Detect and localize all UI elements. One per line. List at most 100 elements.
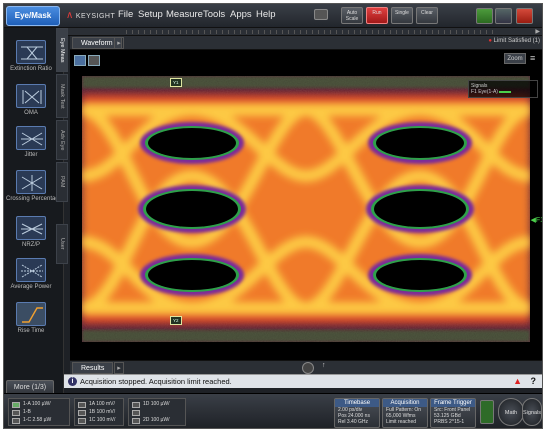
chevron-right-icon[interactable]: ▸ (114, 37, 124, 49)
channel-row: 1A 100 mV/ (89, 401, 115, 407)
menu-tools[interactable]: Tools (203, 9, 225, 20)
status-message: Acquisition stopped. Acquisition limit r… (80, 377, 232, 386)
plot-tools (74, 53, 104, 66)
channel-row: 1C 100 mV/ (89, 417, 116, 423)
channel-group-1[interactable]: 1-A 100 µW/ 1-B 1-C 2.58 µW (8, 398, 70, 426)
keysight-logo-icon: ∧ (66, 10, 74, 21)
menu-apps[interactable]: Apps (230, 9, 252, 20)
tab-mask-test[interactable]: Mask Test (56, 74, 68, 118)
title-bar: Eye/Mask ∧ KEYSIGHT File Setup Measure To… (4, 4, 542, 28)
pointer-tool-icon[interactable] (74, 55, 86, 66)
oscilloscope-window: Eye/Mask ∧ KEYSIGHT File Setup Measure To… (3, 3, 543, 429)
channel-switch-icon[interactable] (12, 418, 20, 424)
app-switch-icon[interactable] (476, 8, 493, 24)
crossing-percentage-icon (16, 170, 46, 194)
math-button[interactable]: Math (498, 398, 524, 426)
measure-label: Jitter (24, 152, 38, 158)
timebase-ticks (126, 30, 494, 34)
rise-time-icon (16, 302, 46, 326)
channel-switch-icon[interactable] (78, 418, 86, 424)
channel-group-2[interactable]: 1A 100 mV/ 1B 100 mV/ 1C 100 mV/ (74, 398, 124, 426)
legend-entry: F1 Eye(1-A) (471, 89, 535, 95)
trigger-line: PRBS 2^15-1 (434, 419, 465, 425)
chevron-right-icon[interactable]: ▶ (535, 28, 540, 35)
channel-row: 1-A 100 µW/ (23, 401, 51, 407)
menu-measure[interactable]: Measure (166, 9, 203, 20)
expand-panel-icon[interactable] (302, 362, 314, 374)
frame-trigger-button[interactable]: Frame Trigger Src: Front Panel 53.125 GB… (430, 398, 476, 428)
channel-row: 1D 100 µW/ (143, 401, 170, 407)
channel-switch-icon[interactable] (132, 402, 140, 408)
timebase-line: Rel 3.40 GHz (338, 419, 369, 425)
marker-y2-label[interactable]: Y2 (170, 316, 182, 325)
measure-rise-time[interactable]: Rise Time (6, 302, 56, 340)
lock-icon[interactable] (480, 400, 494, 424)
zoom-tool-icon[interactable] (88, 55, 100, 66)
marker-y1-label[interactable]: Y1 (170, 78, 182, 87)
menu-help[interactable]: Help (256, 9, 276, 20)
jitter-icon (16, 126, 46, 150)
timebase-strip[interactable]: ▶ (64, 28, 542, 36)
close-icon[interactable] (516, 8, 533, 24)
keysight-logo: ∧ KEYSIGHT (66, 10, 115, 22)
eye-mask-mode-button[interactable]: Eye/Mask (6, 6, 60, 26)
menu-setup[interactable]: Setup (138, 9, 163, 20)
average-power-icon (16, 258, 46, 282)
acquisition-button[interactable]: Acquisition Full Pattern: On 65,000 Wfms… (382, 398, 428, 428)
signal-legend[interactable]: Signals F1 Eye(1-A) (468, 80, 538, 98)
results-bar: Results ▸ ↑ (70, 360, 542, 374)
channel-switch-icon[interactable] (12, 410, 20, 416)
timebase-title: Timebase (335, 399, 379, 407)
measure-nrz[interactable]: NRZ/P (6, 216, 56, 254)
zoom-dropdown[interactable]: Zoom (504, 53, 526, 64)
control-bar: 1-A 100 µW/ 1-B 1-C 2.58 µW 1A 100 mV/ 1… (4, 393, 542, 428)
menu-icon[interactable]: ≡ (530, 53, 540, 63)
channel-switch-icon[interactable] (78, 402, 86, 408)
channel-row: 1-B (23, 409, 31, 415)
measurement-category-tabs: Eye Meas Mask Test Adv Eye PAM User (56, 28, 68, 278)
tab-results[interactable]: Results (72, 362, 114, 374)
pin-icon[interactable]: ↑ (322, 362, 326, 369)
minimize-icon[interactable] (495, 8, 512, 24)
legend-swatch (499, 90, 512, 93)
run-stop-button[interactable]: Run (366, 7, 388, 24)
screenshot-camera-icon[interactable] (314, 9, 328, 20)
menu-file[interactable]: File (118, 9, 133, 20)
tab-adv-eye[interactable]: Adv Eye (56, 120, 68, 160)
tab-eye-meas[interactable]: Eye Meas (56, 28, 68, 72)
channel-group-3[interactable]: 1D 100 µW/ 2D 100 µW/ (128, 398, 186, 426)
channel-switch-icon[interactable] (12, 402, 20, 408)
single-button[interactable]: Single (391, 7, 413, 24)
channel-row: 2D 100 µW/ (143, 417, 170, 423)
tab-pam[interactable]: PAM (56, 162, 68, 202)
channel-switch-icon[interactable] (132, 418, 140, 424)
trigger-title: Frame Trigger (431, 399, 475, 407)
auto-scale-button[interactable]: Auto Scale (341, 7, 363, 24)
measure-label: Extinction Ratio (10, 66, 52, 72)
measure-label: NRZ/P (22, 242, 40, 248)
measure-extinction-ratio[interactable]: Extinction Ratio (6, 40, 56, 78)
measure-average-power[interactable]: Average Power (6, 258, 56, 296)
measure-jitter[interactable]: Jitter (6, 126, 56, 164)
measure-crossing-percentage[interactable]: Crossing Percentage (6, 170, 63, 208)
help-icon[interactable]: ? (531, 376, 537, 386)
eye-diagram: Y1 Y2 (82, 76, 530, 342)
waveform-plot[interactable]: Zoom ≡ Y1 Y2 Signals F1 Eye(1-A) ◀F (70, 50, 542, 360)
clear-button[interactable]: Clear (416, 7, 438, 24)
channel-switch-icon[interactable] (132, 410, 140, 416)
channel-marker[interactable]: ◀F1 (530, 216, 542, 224)
measure-label: OMA (24, 110, 38, 116)
legend-entry-label: F1 Eye(1-A) (471, 89, 498, 95)
warning-icon[interactable]: ▲ (513, 376, 522, 386)
measurement-panel: Extinction Ratio OMA Jitter Crossing Per… (4, 28, 64, 396)
signals-button[interactable]: Signals (522, 398, 542, 426)
channel-switch-icon[interactable] (78, 410, 86, 416)
chevron-right-icon[interactable]: ▸ (114, 362, 124, 374)
measure-oma[interactable]: OMA (6, 84, 56, 122)
tab-user[interactable]: User (56, 224, 68, 264)
timebase-button[interactable]: Timebase 2.00 ps/div Pos 24.000 ns Rel 3… (334, 398, 380, 428)
keysight-logo-text: KEYSIGHT (75, 13, 116, 20)
channel-row: 1B 100 mV/ (89, 409, 116, 415)
acquisition-line: Limit reached (386, 419, 417, 425)
measure-label: Crossing Percentage (6, 196, 63, 202)
